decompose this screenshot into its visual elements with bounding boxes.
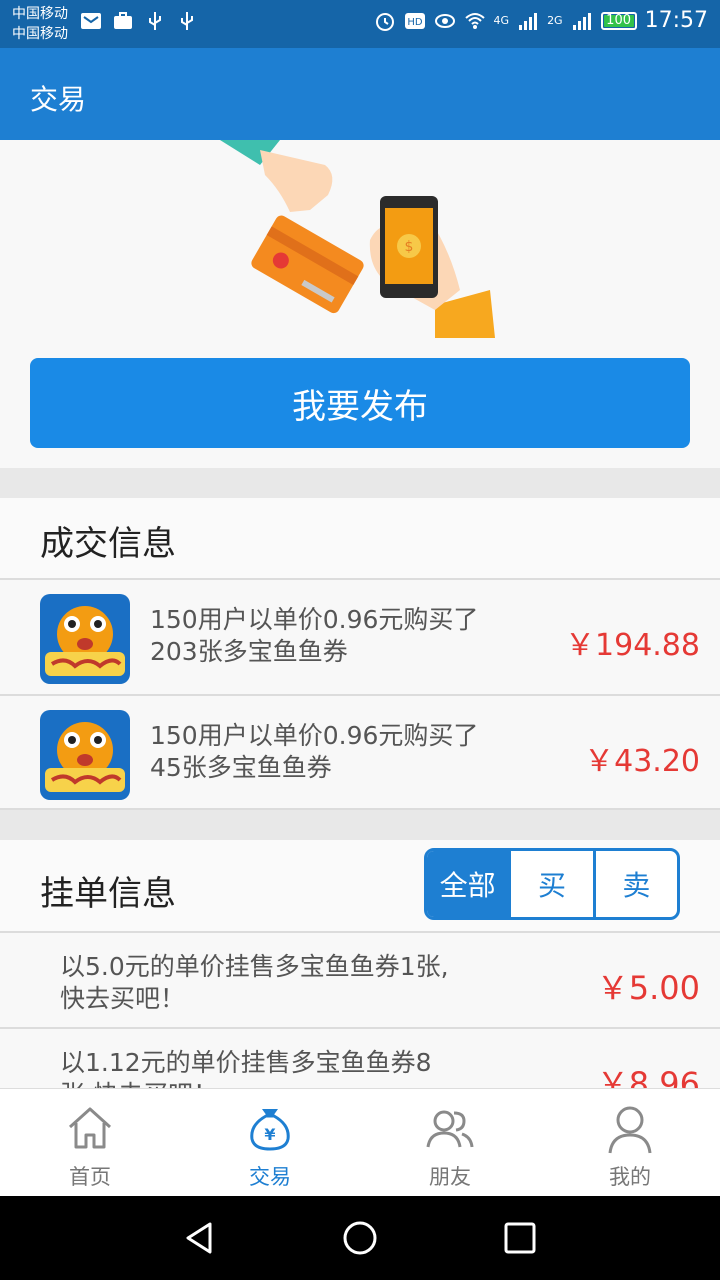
filter-all-tab[interactable]: 全部	[427, 851, 512, 917]
deal-line-1: 150用户以单价0.96元购买了	[150, 605, 479, 634]
app-bar: 交易	[0, 48, 720, 140]
back-icon[interactable]	[178, 1216, 222, 1260]
order-price: ￥5.00	[596, 969, 700, 1007]
section-gap	[0, 810, 720, 840]
nav-home[interactable]: 首页	[0, 1089, 180, 1197]
game-logo-icon	[40, 710, 130, 800]
svg-text:¥: ¥	[264, 1125, 275, 1144]
deal-price: ￥43.20	[584, 744, 700, 779]
order-filter-segment: 全部 买 卖	[424, 848, 680, 920]
signal-icon-2	[572, 12, 591, 30]
deals-title: 成交信息	[40, 524, 176, 564]
order-row[interactable]: 以5.0元的单价挂售多宝鱼鱼券1张, 快去买吧！ ￥5.00	[0, 933, 720, 1029]
friends-icon	[426, 1110, 474, 1148]
order-line-1: 以1.12元的单价挂售多宝鱼鱼券8	[60, 1048, 432, 1077]
orders-header: 挂单信息 全部 买 卖	[0, 840, 720, 932]
order-description: 以5.0元的单价挂售多宝鱼鱼券1张, 快去买吧！	[60, 951, 530, 1015]
battery-icon: 100	[600, 11, 637, 30]
deals-header: 成交信息	[0, 498, 720, 578]
nav-me[interactable]: 我的	[540, 1089, 720, 1197]
deal-price: ￥194.88	[565, 628, 700, 663]
network-type-1: 4G	[493, 14, 510, 27]
nav-friends[interactable]: 朋友	[360, 1089, 540, 1197]
home-icon	[68, 1107, 112, 1149]
deal-line-2: 45张多宝鱼鱼券	[150, 753, 332, 782]
alarm-icon	[375, 12, 394, 31]
usb-icon-2	[181, 12, 193, 30]
payment-illustration: $	[220, 140, 495, 338]
wifi-icon	[464, 12, 485, 29]
nav-friends-label: 朋友	[429, 1165, 471, 1189]
user-icon	[608, 1106, 652, 1154]
filter-sell-tab[interactable]: 卖	[596, 851, 677, 917]
deal-line-1: 150用户以单价0.96元购买了	[150, 721, 479, 750]
hero-banner: $ 我要发布	[0, 140, 720, 468]
deal-description: 150用户以单价0.96元购买了 45张多宝鱼鱼券	[150, 720, 530, 784]
deal-row[interactable]: 150用户以单价0.96元购买了 203张多宝鱼鱼券 ￥194.88	[0, 580, 720, 694]
carrier-2: 中国移动	[12, 26, 68, 42]
order-line-2: 快去买吧！	[60, 984, 186, 1013]
deal-row[interactable]: 150用户以单价0.96元购买了 45张多宝鱼鱼券 ￥43.20	[0, 696, 720, 810]
nav-home-label: 首页	[69, 1165, 111, 1189]
battery-level: 100	[606, 12, 631, 28]
recents-icon[interactable]	[498, 1216, 542, 1260]
order-line-1: 以5.0元的单价挂售多宝鱼鱼券1张,	[60, 952, 449, 981]
notification-icons	[80, 10, 198, 32]
usb-icon	[149, 12, 161, 30]
bottom-nav: 首页 ¥ 交易 朋友 我的	[0, 1088, 720, 1196]
signal-icon	[519, 12, 538, 30]
carrier-1: 中国移动	[12, 6, 68, 22]
briefcase-icon	[114, 12, 132, 29]
page-title: 交易	[30, 83, 87, 116]
nav-trade-label: 交易	[249, 1165, 291, 1189]
orders-title: 挂单信息	[40, 874, 176, 914]
hd-icon: HD	[404, 12, 425, 29]
huawei-icon	[81, 13, 101, 29]
eye-icon	[434, 13, 455, 28]
nav-me-label: 我的	[609, 1165, 651, 1189]
network-type-2: 2G	[547, 14, 563, 27]
carrier-labels: 中国移动 中国移动	[12, 4, 68, 44]
deal-line-2: 203张多宝鱼鱼券	[150, 637, 348, 666]
svg-text:$: $	[405, 239, 414, 255]
system-nav-bar	[0, 1196, 720, 1280]
section-gap	[0, 468, 720, 498]
home-circle-icon[interactable]	[338, 1216, 382, 1260]
nav-trade[interactable]: ¥ 交易	[180, 1089, 360, 1197]
filter-buy-tab[interactable]: 买	[511, 851, 596, 917]
status-right: HD 4G 2G 100 17:57	[374, 8, 708, 33]
status-bar: 中国移动 中国移动 HD 4G 2G 100 17:57	[0, 0, 720, 48]
game-logo-icon	[40, 594, 130, 684]
deal-description: 150用户以单价0.96元购买了 203张多宝鱼鱼券	[150, 604, 530, 668]
status-time: 17:57	[644, 8, 708, 33]
svg-text:HD: HD	[407, 17, 423, 28]
money-bag-icon: ¥	[250, 1109, 290, 1151]
publish-button[interactable]: 我要发布	[30, 358, 690, 448]
